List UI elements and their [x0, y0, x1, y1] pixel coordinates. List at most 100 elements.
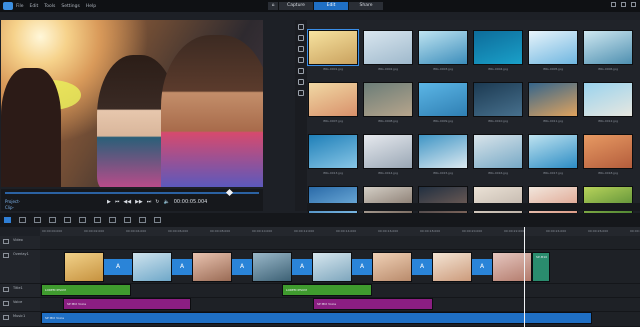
subtitle-icon[interactable] — [124, 217, 131, 223]
thumbnail-image[interactable] — [528, 82, 578, 117]
graphic-icon[interactable] — [298, 68, 304, 74]
track-header-title[interactable]: Title1 — [0, 284, 40, 298]
tab-edit[interactable]: Edit — [314, 2, 348, 10]
media-thumbnail[interactable]: IMG-0003.jpg — [418, 30, 468, 74]
tab-capture[interactable]: Capture — [279, 2, 313, 10]
transition-icon[interactable] — [298, 57, 304, 63]
media-thumbnail[interactable]: IMG-0008.jpg — [363, 82, 413, 126]
thumbnail-image[interactable] — [528, 134, 578, 169]
project-label[interactable]: Project- — [5, 199, 20, 204]
thumbnail-image[interactable] — [418, 134, 468, 169]
transition-clip[interactable]: A — [472, 259, 492, 275]
thumbnail-image[interactable] — [418, 82, 468, 117]
home-tab-icon[interactable]: ⌂ — [268, 2, 278, 10]
music-lane[interactable]: SP MIX Voice — [40, 312, 640, 327]
redo-icon[interactable] — [49, 217, 56, 223]
media-thumbnail[interactable]: IMG-0013.jpg — [308, 134, 358, 178]
menu-settings[interactable]: Settings — [61, 4, 79, 9]
track-header-music[interactable]: Music1 — [0, 312, 40, 327]
play-icon[interactable]: ▶ — [107, 199, 111, 205]
thumbnail-image[interactable] — [308, 82, 358, 117]
thumbnail-image[interactable] — [528, 30, 578, 65]
overlay-clip[interactable] — [252, 252, 292, 282]
media-thumbnail[interactable]: IMG-0011.jpg — [528, 82, 578, 126]
filter-icon[interactable] — [298, 79, 304, 85]
thumbnail-image[interactable] — [363, 82, 413, 117]
transition-clip[interactable]: A — [352, 259, 372, 275]
thumbnail-image[interactable] — [363, 30, 413, 65]
thumbnail-image[interactable] — [473, 30, 523, 65]
scrubber-track[interactable] — [5, 192, 259, 194]
thumbnail-image[interactable] — [307, 29, 359, 66]
music-clip[interactable]: SP MIX Voice — [41, 312, 592, 324]
media-thumbnail[interactable]: IMG-0009.jpg — [418, 82, 468, 126]
minimize-icon[interactable] — [611, 2, 616, 7]
thumbnail-image[interactable] — [473, 134, 523, 169]
step-back-icon[interactable]: ◀◀ — [123, 199, 131, 205]
media-thumbnail[interactable]: IMG-0017.jpg — [528, 134, 578, 178]
overlay-clip[interactable] — [432, 252, 472, 282]
menu-file[interactable]: File — [16, 4, 24, 9]
path-icon[interactable] — [298, 90, 304, 96]
title-lane[interactable]: LOREM IPSUM LOREM IPSUM — [40, 284, 640, 298]
overlay-clip[interactable] — [372, 252, 412, 282]
media-thumbnail[interactable]: IMG-0002.jpg — [363, 30, 413, 74]
storyboard-view-icon[interactable] — [19, 217, 26, 223]
media-thumbnail[interactable]: IMG-0018.jpg — [583, 134, 633, 178]
media-thumbnail[interactable]: IMG-0015.jpg — [418, 134, 468, 178]
overlay-clip[interactable] — [192, 252, 232, 282]
thumbnail-image[interactable] — [583, 30, 633, 65]
tab-share[interactable]: Share — [349, 2, 383, 10]
undo-icon[interactable] — [34, 217, 41, 223]
thumbnail-image[interactable] — [473, 82, 523, 117]
repeat-icon[interactable]: ↻ — [155, 199, 159, 205]
volume-icon[interactable]: 🔈 — [164, 199, 170, 205]
media-thumbnail[interactable]: IMG-0010.jpg — [473, 82, 523, 126]
instant-project-icon[interactable] — [298, 35, 304, 41]
media-thumbnail[interactable]: IMG-0004.jpg — [473, 30, 523, 74]
playhead[interactable] — [524, 227, 525, 327]
overlay-clip[interactable] — [132, 252, 172, 282]
step-forward-icon[interactable]: ▶▶ — [135, 199, 143, 205]
media-thumbnail[interactable]: IMG-0014.jpg — [363, 134, 413, 178]
media-thumbnail[interactable]: IMG-0007.jpg — [308, 82, 358, 126]
overlay-clip[interactable] — [312, 252, 352, 282]
transition-clip[interactable]: A — [292, 259, 312, 275]
sound-mixer-icon[interactable] — [79, 217, 86, 223]
media-thumbnail[interactable]: IMG-0005.jpg — [528, 30, 578, 74]
thumbnail-image[interactable] — [418, 30, 468, 65]
close-icon[interactable] — [631, 2, 636, 7]
thumbnail-image[interactable] — [308, 134, 358, 169]
next-frame-icon[interactable]: ⏭ — [147, 199, 152, 205]
voice-lane[interactable]: SP MIX Voice SP MIX Voice — [40, 298, 640, 312]
overlay-clip[interactable] — [492, 252, 532, 282]
video-lane[interactable] — [40, 236, 640, 250]
media-thumbnail[interactable]: IMG-0012.jpg — [583, 82, 633, 126]
media-thumbnail[interactable]: IMG-0006.jpg — [583, 30, 633, 74]
track-header-overlay[interactable]: Overlay1 — [0, 250, 40, 284]
motion-tracking-icon[interactable] — [109, 217, 116, 223]
track-header-voice[interactable]: Voice — [0, 298, 40, 312]
timeline-view-icon[interactable] — [4, 217, 11, 223]
media-thumbnail[interactable]: IMG-0016.jpg — [473, 134, 523, 178]
media-thumbnail[interactable]: IMG-0001.jpg — [307, 29, 359, 74]
track-header-video[interactable]: Video — [0, 236, 40, 250]
zoom-icon[interactable] — [154, 217, 161, 223]
auto-music-icon[interactable] — [94, 217, 101, 223]
voice-clip[interactable]: SP MIX Voice — [63, 298, 191, 310]
transition-clip[interactable]: A — [172, 259, 192, 275]
clip-label[interactable]: Clip- — [5, 205, 14, 210]
transition-clip[interactable]: A — [104, 259, 132, 275]
menu-help[interactable]: Help — [86, 4, 96, 9]
voice-clip[interactable]: SP MIX Voice — [313, 298, 433, 310]
menu-edit[interactable]: Edit — [30, 4, 39, 9]
title-clip[interactable]: LOREM IPSUM — [282, 284, 372, 296]
mask-creator-icon[interactable] — [139, 217, 146, 223]
end-clip[interactable]: SP-M10 — [532, 252, 550, 282]
timeline-ruler[interactable]: 00:00:00.000 00:00:02.000 00:00:04.000 00:0… — [40, 227, 640, 236]
thumbnail-image[interactable] — [363, 134, 413, 169]
overlay-clip[interactable] — [64, 252, 104, 282]
title-icon[interactable] — [298, 46, 304, 52]
title-clip[interactable]: LOREM IPSUM — [41, 284, 131, 296]
menu-tools[interactable]: Tools — [44, 4, 55, 9]
